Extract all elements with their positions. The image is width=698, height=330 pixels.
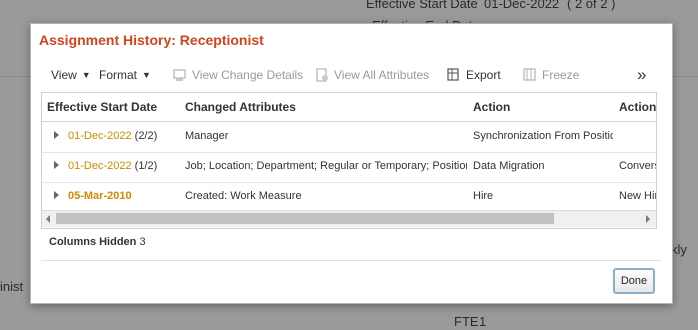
expand-row-icon[interactable] [54,161,59,169]
date-cell: 01-Dec-2022 (2/2) [68,130,157,142]
view-label: View [51,68,77,82]
effective-start-label: Effective Start Date [366,0,478,11]
date-cell: 05-Mar-2010 [68,190,132,202]
export-icon [447,68,459,81]
freeze-label: Freeze [542,68,580,82]
action-cell: Synchronization From Positic [473,130,613,142]
scrollbar-thumb[interactable] [56,213,554,224]
freeze-button[interactable]: Freeze [523,68,579,82]
assignment-history-dialog: Assignment History: Receptionist View ▼ … [30,23,673,304]
changed-attributes-cell: Manager [185,130,229,142]
columns-hidden-label: Columns Hidden [49,236,137,248]
expand-row-icon[interactable] [54,191,59,199]
version-count: (1/2) [134,160,158,172]
action-reason-cell: New Hir [619,190,657,202]
horizontal-scrollbar[interactable] [42,210,656,227]
columns-hidden-value: 3 [139,236,146,248]
view-change-details-label: View Change Details [192,68,304,82]
view-all-attributes-label: View All Attributes [334,68,430,82]
view-change-details-button[interactable]: View Change Details [173,68,303,82]
more-overflow-button[interactable]: » [637,65,646,85]
date-link[interactable]: 05-Mar-2010 [68,190,132,202]
format-label: Format [99,68,138,82]
double-chevron-right-icon: » [637,65,647,84]
assignment-history-table: Effective Start Date Changed Attributes … [41,92,657,229]
format-menu[interactable]: Format ▼ [99,68,151,82]
changed-attributes-cell: Created: Work Measure [185,190,302,202]
fte-value: 1 [479,314,487,329]
scroll-left-icon[interactable] [46,215,50,223]
version-badge: ( 2 of 2 ) [567,0,616,11]
export-label: Export [466,68,501,82]
effective-start-value: 01-Dec-2022 [484,0,560,11]
date-link[interactable]: 01-Dec-2022 [68,160,132,172]
chevron-down-icon: ▼ [81,70,91,80]
background-partial-right: kly [671,242,687,257]
date-link[interactable]: 01-Dec-2022 [68,130,132,142]
expand-row-icon[interactable] [54,131,59,139]
freeze-icon [523,68,536,81]
export-button[interactable]: Export [447,68,501,82]
header-effective-start-date[interactable]: Effective Start Date [47,100,157,114]
dialog-divider [41,260,661,261]
chevron-down-icon: ▼ [142,70,151,80]
columns-hidden: Columns Hidden 3 [49,236,146,248]
done-button[interactable]: Done [614,269,654,293]
date-cell: 01-Dec-2022 (1/2) [68,160,157,172]
action-cell: Hire [473,190,494,202]
dialog-title: Assignment History: Receptionist [39,32,264,48]
header-action-reason[interactable]: Action [619,100,656,114]
attributes-icon [316,68,328,82]
view-all-attributes-button[interactable]: View All Attributes [315,68,429,82]
view-menu[interactable]: View ▼ [51,68,91,82]
fte-label: FTE [454,314,479,329]
changed-attributes-cell: Job; Location; Department; Regular or Te… [185,160,467,172]
version-count: (2/2) [134,130,158,142]
header-changed-attributes[interactable]: Changed Attributes [185,100,296,114]
action-reason-cell: Convers [619,160,657,172]
view-details-icon [173,69,186,81]
table-row[interactable]: 05-Mar-2010 Created: Work Measure Hire N… [42,182,656,213]
header-action[interactable]: Action [473,100,510,114]
action-cell: Data Migration [473,160,545,172]
table-header: Effective Start Date Changed Attributes … [42,93,656,122]
table-row[interactable]: 01-Dec-2022 (1/2) Job; Location; Departm… [42,152,656,183]
table-row[interactable]: 01-Dec-2022 (2/2) Manager Synchronizatio… [42,122,656,153]
scroll-right-icon[interactable] [646,215,650,223]
background-partial-left: inist [0,279,24,294]
toolbar: View ▼ Format ▼ View Change Details View… [41,65,661,86]
